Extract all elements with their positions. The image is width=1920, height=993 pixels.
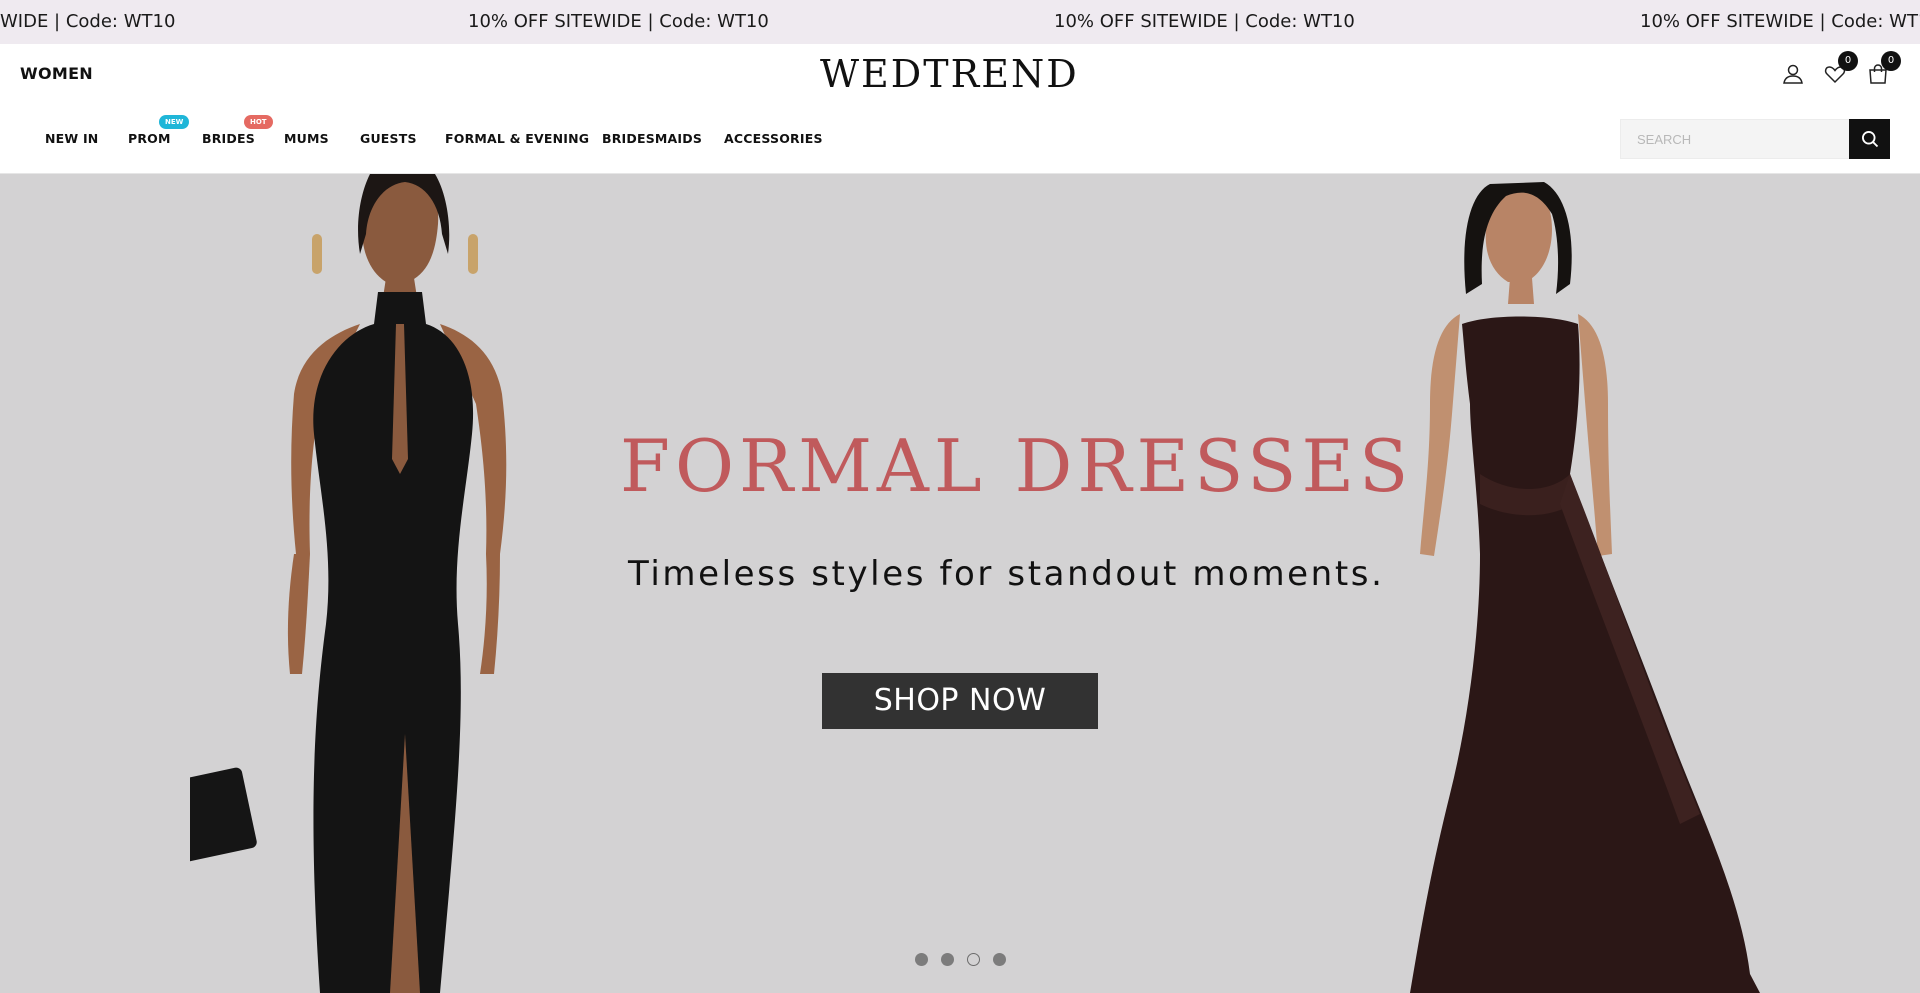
category-women-link[interactable]: WOMEN <box>20 44 93 104</box>
carousel-dot-3[interactable] <box>967 953 980 966</box>
user-icon <box>1783 64 1803 84</box>
shop-now-button[interactable]: SHOP NOW <box>822 673 1098 729</box>
wishlist-count-badge: 0 <box>1838 51 1858 71</box>
model-black-gown-image <box>190 174 507 993</box>
cart-button[interactable]: 0 <box>1862 51 1901 90</box>
announcement-message: 10% OFF SITEWIDE | Code: WT10 <box>1640 11 1920 32</box>
new-tag-badge: NEW <box>159 115 190 129</box>
account-button[interactable] <box>1777 58 1809 90</box>
carousel-dot-1[interactable] <box>915 953 928 966</box>
wishlist-button[interactable]: 0 <box>1819 51 1858 90</box>
nav-item-formal-evening[interactable]: FORMAL & EVENING <box>445 104 589 174</box>
announcement-message: 10% OFF SITEWIDE | Code: WT10 <box>1054 11 1355 32</box>
announcement-message: 10% OFF SITEWIDE | Code: WT10 <box>468 11 769 32</box>
site-header: WOMEN WEDTREND 0 0 <box>0 44 1920 104</box>
carousel-dot-2[interactable] <box>941 953 954 966</box>
search-input[interactable] <box>1620 119 1850 159</box>
hero-banner[interactable]: FORMAL DRESSES Timeless styles for stand… <box>0 174 1920 993</box>
nav-item-brides[interactable]: BRIDES <box>202 104 255 174</box>
carousel-dot-4[interactable] <box>993 953 1006 966</box>
hero-title: FORMAL DRESSES <box>620 424 1414 508</box>
nav-item-bridesmaids[interactable]: BRIDESMAIDS <box>602 104 702 174</box>
nav-item-mums[interactable]: MUMS <box>284 104 329 174</box>
hero-subtitle: Timeless styles for standout moments. <box>628 554 1385 594</box>
nav-item-new-in[interactable]: NEW IN <box>45 104 98 174</box>
search-button[interactable] <box>1849 119 1890 159</box>
model-burgundy-gown-image <box>1410 182 1760 993</box>
hot-tag-badge: HOT <box>244 115 273 129</box>
announcement-message: WIDE | Code: WT10 <box>0 11 176 32</box>
search-icon <box>1861 131 1878 148</box>
site-logo[interactable]: WEDTREND <box>820 50 1077 98</box>
main-nav: NEW IN PROM NEW BRIDES HOT MUMS GUESTS F… <box>0 104 1920 174</box>
cart-count-badge: 0 <box>1881 51 1901 71</box>
nav-item-guests[interactable]: GUESTS <box>360 104 417 174</box>
announcement-bar: WIDE | Code: WT10 10% OFF SITEWIDE | Cod… <box>0 0 1920 44</box>
nav-item-accessories[interactable]: ACCESSORIES <box>724 104 823 174</box>
